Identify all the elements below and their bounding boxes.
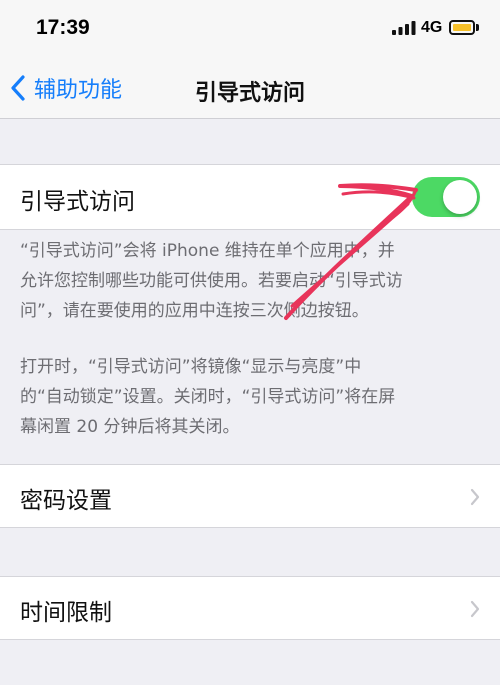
description-line: 的“自动锁定”设置。关闭时，“引导式访问”将在屏: [20, 387, 396, 407]
battery-cap: [476, 24, 479, 31]
description-line: 打开时，“引导式访问”将镜像“显示与亮度”中: [20, 357, 362, 377]
description-line: “引导式访问”会将 iPhone 维持在单个应用中，并: [20, 241, 395, 261]
description-line: 问”，请在要使用的应用中连按三次侧边按钮。: [20, 301, 369, 321]
cellular-signal-icon: [392, 21, 416, 35]
time-limits-row[interactable]: 时间限制: [0, 576, 500, 640]
description-line: 幕闲置 20 分钟后将其关闭。: [20, 417, 240, 437]
chevron-right-icon: [470, 488, 480, 506]
guided-access-row: 引导式访问: [0, 164, 500, 230]
auto-lock-description: 打开时，“引导式访问”将镜像“显示与亮度”中 的“自动锁定”设置。关闭时，“引导…: [20, 352, 482, 442]
status-time: 17:39: [36, 16, 90, 39]
passcode-settings-row[interactable]: 密码设置: [0, 464, 500, 528]
page-title: 引导式访问: [194, 81, 305, 106]
toggle-knob: [443, 180, 477, 214]
battery-level: [453, 24, 471, 31]
guided-access-description: “引导式访问”会将 iPhone 维持在单个应用中，并 允许您控制哪些功能可供使…: [20, 236, 482, 326]
battery-icon: [449, 20, 475, 35]
guided-access-toggle[interactable]: [412, 177, 480, 217]
time-limits-label: 时间限制: [20, 600, 112, 626]
navigation-bar: 辅助功能 引导式访问: [0, 58, 500, 119]
status-bar: 17:39 4G: [0, 0, 500, 58]
network-type: 4G: [421, 19, 443, 36]
guided-access-label: 引导式访问: [20, 189, 135, 215]
passcode-settings-label: 密码设置: [20, 488, 112, 514]
chevron-right-icon: [470, 600, 480, 618]
description-line: 允许您控制哪些功能可供使用。若要启动“引导式访: [20, 271, 403, 291]
